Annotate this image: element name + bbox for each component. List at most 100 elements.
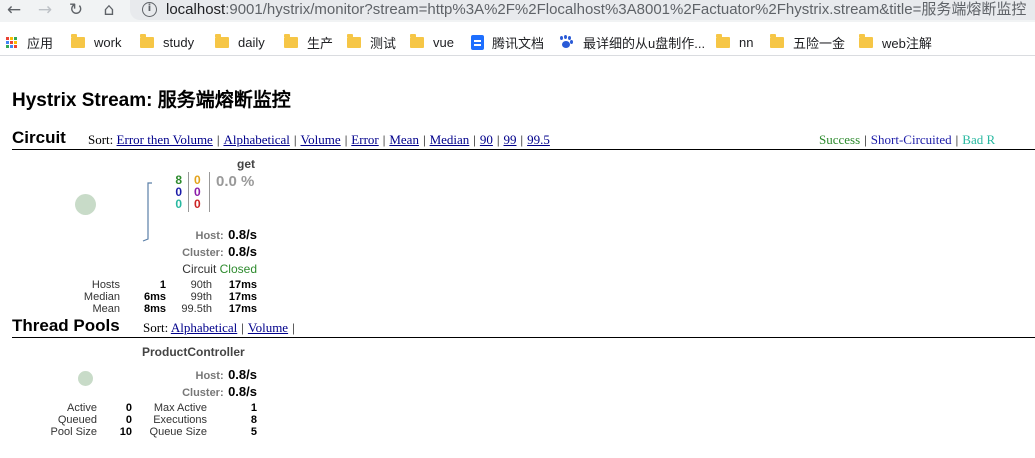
stat-label: 99th (190, 291, 212, 303)
circuit-host-rate-row: Host: 0.8/s (150, 226, 257, 244)
legend-item: Bad R (962, 132, 996, 147)
sort-option-link[interactable]: Alphabetical (223, 132, 289, 147)
sort-separator: | (520, 132, 524, 147)
stat-value: 10 (119, 426, 132, 438)
tp-cluster-rate-row: Cluster: 0.8/s (150, 383, 257, 401)
bookmark-item[interactable]: 生产 (284, 32, 333, 52)
folder-icon (347, 33, 361, 48)
circuit-header: Circuit Sort: Error then Volume | Alphabet… (12, 128, 1035, 150)
info-icon[interactable]: i (142, 2, 157, 17)
bookmark-item[interactable]: nn (716, 32, 753, 52)
count-value: 0 (194, 197, 201, 211)
sort-option-link[interactable]: 90 (480, 132, 493, 147)
cluster-rate-value: 0.8/s (228, 244, 257, 259)
back-arrow-icon[interactable]: ← (4, 0, 24, 20)
stat-row: Hosts 1 90th 17ms (60, 279, 260, 291)
stat-row: Median 6ms 99th 17ms (60, 291, 260, 303)
bookmark-item[interactable]: 五险一金 (770, 32, 845, 52)
thread-pool-name: ProductController (142, 345, 245, 359)
forward-arrow-icon[interactable]: → (35, 0, 55, 20)
bookmark-label: 腾讯文档 (492, 35, 545, 51)
sort-option-link[interactable]: Volume (248, 320, 288, 335)
reload-icon[interactable]: ↻ (66, 0, 86, 20)
tp-cluster-rate-label: Cluster: (182, 387, 224, 399)
circuit-cluster-rate-row: Cluster: 0.8/s (150, 243, 257, 261)
apps-icon (6, 36, 17, 48)
count-value: 0 (175, 197, 182, 211)
folder-icon (140, 33, 154, 48)
stat-label: Queued (57, 414, 97, 426)
bookmark-label: work (94, 34, 122, 50)
folder-icon (716, 33, 730, 48)
sort-option-link[interactable]: Error then Volume (117, 132, 213, 147)
bookmark-label: vue (433, 34, 454, 50)
bookmark-label: 最详细的从u盘制作... (583, 35, 706, 51)
bookmark-label: daily (238, 34, 265, 50)
bookmark-item[interactable]: 测试 (347, 32, 396, 52)
stat-row: Mean 8ms 99.5th 17ms (60, 303, 260, 315)
stat-label: Hosts (91, 279, 120, 291)
counts-divider (188, 172, 189, 212)
bookmark-item[interactable]: 腾讯文档 (471, 32, 544, 52)
folder-icon (770, 33, 784, 48)
thread-pools-header: Thread Pools Sort: Alphabetical | Volume | (12, 316, 1035, 338)
stat-value: 8 (250, 414, 257, 426)
sort-option-link[interactable]: Mean (389, 132, 419, 147)
tp-host-rate-row: Host: 0.8/s (150, 366, 257, 384)
stat-label: 90th (190, 279, 212, 291)
sort-option-link[interactable]: Error (351, 132, 378, 147)
stat-row: Queued 0 Executions 8 (30, 414, 260, 426)
circuit-name: get (237, 157, 255, 171)
stat-value: 1 (250, 402, 257, 414)
bookmark-item[interactable]: work (71, 32, 121, 52)
counts-divider-2 (209, 172, 210, 212)
thread-pool-health-circle (78, 371, 93, 386)
sort-label: Sort: (143, 320, 169, 335)
sort-option-link[interactable]: 99 (504, 132, 517, 147)
sort-separator: | (496, 132, 500, 147)
sort-separator: | (241, 320, 244, 335)
stat-label: 99.5th (181, 303, 212, 315)
bookmark-label: 测试 (370, 35, 397, 51)
circuit-legend: Success | Short-Circuited | Bad R (819, 132, 995, 148)
bookmark-item[interactable]: vue (410, 32, 454, 52)
sort-option-link[interactable]: Alphabetical (171, 320, 237, 335)
stat-value: 6ms (143, 291, 166, 303)
sort-option-link[interactable]: Volume (300, 132, 340, 147)
stat-value: 1 (159, 279, 166, 291)
bookmark-label: 应用 (27, 35, 54, 51)
bookmark-item[interactable]: 应用 (6, 32, 53, 52)
error-percentage: 0.0 % (216, 173, 255, 190)
stat-label: Active (67, 402, 97, 414)
address-bar[interactable]: i localhost:9001/hystrix/monitor?stream=… (130, 0, 1035, 20)
bookmark-item[interactable]: web注解 (859, 32, 932, 52)
bookmark-item[interactable]: daily (215, 32, 265, 52)
bookmark-item[interactable]: study (140, 32, 194, 52)
circuit-counts-right: 000 (194, 174, 204, 210)
bookmark-label: study (163, 34, 195, 50)
bookmark-label: 五险一金 (793, 35, 846, 51)
stat-label: Queue Size (149, 426, 207, 438)
sort-option-link[interactable]: 99.5 (527, 132, 550, 147)
cluster-rate-label: Cluster: (182, 247, 224, 259)
legend-item: Success (819, 132, 861, 147)
legend-item: Short-Circuited (870, 132, 952, 147)
sort-option-link[interactable]: Median (430, 132, 470, 147)
folder-icon (215, 33, 229, 48)
url-text[interactable]: localhost:9001/hystrix/monitor?stream=ht… (166, 1, 1026, 19)
bookmark-label: 生产 (307, 35, 334, 51)
home-icon[interactable]: ⌂ (99, 0, 119, 20)
bookmark-label: nn (739, 34, 754, 50)
stat-value: 8ms (143, 303, 166, 315)
circuit-health-circle (75, 194, 96, 215)
stat-value: 0 (125, 414, 132, 426)
thread-pool-stats-table: Active 0 Max Active 1 Queued 0 Executions 8 Pool… (30, 402, 260, 438)
circuit-sort: Sort: Error then Volume | Alphabetical | Vol… (88, 132, 550, 148)
folder-icon (859, 33, 873, 48)
bookmark-item[interactable]: 最详细的从u盘制作... (559, 32, 705, 52)
circuit-stats-table: Hosts 1 90th 17ms Median 6ms 99th 17ms Mean 8ms 99… (60, 279, 260, 315)
sort-separator: | (344, 132, 348, 147)
sort-separator: | (473, 132, 476, 147)
stat-value: 0 (125, 402, 132, 414)
tp-host-rate-value: 0.8/s (228, 367, 257, 382)
